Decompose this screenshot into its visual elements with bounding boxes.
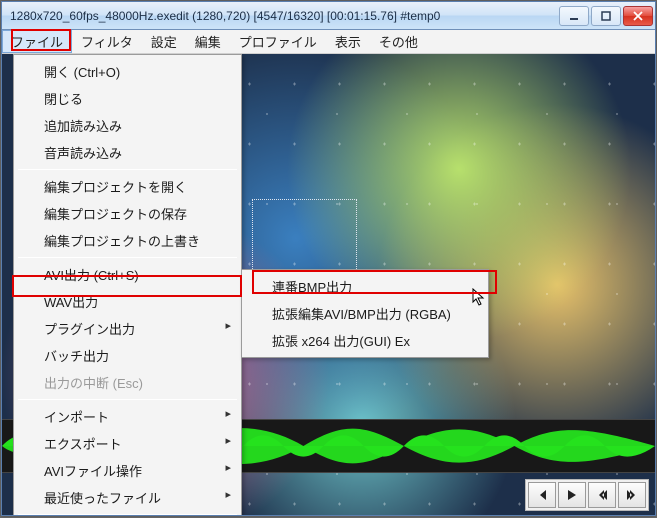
menu-wav-out[interactable]: WAV出力 — [16, 288, 239, 315]
separator — [18, 257, 237, 258]
menu-avi-ops[interactable]: AVIファイル操作 — [16, 457, 239, 484]
play-button[interactable] — [558, 482, 586, 508]
goto-start-button[interactable] — [588, 482, 616, 508]
separator — [18, 399, 237, 400]
menu-view[interactable]: 表示 — [326, 30, 370, 53]
menu-append[interactable]: 追加読み込み — [16, 112, 239, 139]
menu-profile[interactable]: プロファイル — [230, 30, 326, 53]
menu-filter[interactable]: フィルタ — [72, 30, 142, 53]
maximize-button[interactable] — [591, 6, 621, 26]
transport-controls — [525, 479, 649, 511]
file-menu-dropdown: 開く (Ctrl+O) 閉じる 追加読み込み 音声読み込み 編集プロジェクトを開… — [13, 54, 242, 515]
menu-save-project[interactable]: 編集プロジェクトの保存 — [16, 200, 239, 227]
minimize-button[interactable] — [559, 6, 589, 26]
menu-edit[interactable]: 編集 — [186, 30, 230, 53]
menu-open-project[interactable]: 編集プロジェクトを開く — [16, 173, 239, 200]
goto-end-button[interactable] — [618, 482, 646, 508]
submenu-bmp-seq[interactable]: 連番BMP出力 — [244, 273, 486, 300]
menu-export[interactable]: エクスポート — [16, 430, 239, 457]
prev-frame-button[interactable] — [528, 482, 556, 508]
submenu-rgba[interactable]: 拡張編集AVI/BMP出力 (RGBA) — [244, 300, 486, 327]
window-title: 1280x720_60fps_48000Hz.exedit (1280,720)… — [10, 9, 559, 23]
menu-other[interactable]: その他 — [370, 30, 427, 53]
separator — [18, 169, 237, 170]
menu-open[interactable]: 開く (Ctrl+O) — [16, 58, 239, 85]
menu-settings[interactable]: 設定 — [142, 30, 186, 53]
preview-area: 開く (Ctrl+O) 閉じる 追加読み込み 音声読み込み 編集プロジェクトを開… — [2, 54, 655, 515]
titlebar: 1280x720_60fps_48000Hz.exedit (1280,720)… — [2, 2, 655, 30]
menu-file[interactable]: ファイル — [2, 30, 72, 53]
menu-avi-out[interactable]: AVI出力 (Ctrl+S) — [16, 261, 239, 288]
menu-audio-import[interactable]: 音声読み込み — [16, 139, 239, 166]
plugin-out-submenu: 連番BMP出力 拡張編集AVI/BMP出力 (RGBA) 拡張 x264 出力(… — [241, 269, 489, 358]
menu-recent[interactable]: 最近使ったファイル — [16, 484, 239, 511]
menu-close-file[interactable]: 閉じる — [16, 85, 239, 112]
submenu-x264[interactable]: 拡張 x264 出力(GUI) Ex — [244, 327, 486, 354]
menu-import[interactable]: インポート — [16, 403, 239, 430]
separator — [18, 514, 237, 515]
menu-overwrite-project[interactable]: 編集プロジェクトの上書き — [16, 227, 239, 254]
close-button[interactable] — [623, 6, 653, 26]
menu-abort-out: 出力の中断 (Esc) — [16, 369, 239, 396]
menu-plugin-out[interactable]: プラグイン出力 — [16, 315, 239, 342]
menu-batch-out[interactable]: バッチ出力 — [16, 342, 239, 369]
menubar: ファイル フィルタ 設定 編集 プロファイル 表示 その他 — [2, 30, 655, 54]
